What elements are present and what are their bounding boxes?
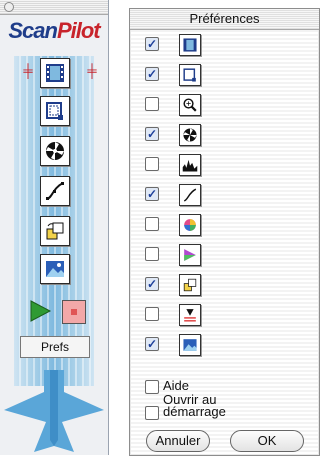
airplane-icon bbox=[4, 370, 104, 452]
aide-label: Aide bbox=[163, 378, 190, 393]
pref-checkbox-flip[interactable]: ✓ bbox=[145, 277, 159, 291]
flip-icon bbox=[179, 274, 201, 296]
crop-frame-icon bbox=[46, 102, 63, 120]
window-title[interactable]: Préférences bbox=[130, 9, 319, 30]
image-icon bbox=[46, 261, 64, 277]
curve-tool[interactable] bbox=[40, 176, 70, 206]
startup-label-line2: démarrage bbox=[163, 404, 226, 419]
pref-checkbox-aperture[interactable]: ✓ bbox=[145, 127, 159, 141]
palette-title-bar[interactable] bbox=[0, 0, 108, 15]
aperture-tool[interactable] bbox=[40, 136, 70, 166]
aide-checkbox[interactable] bbox=[145, 380, 159, 394]
film-strip-tool[interactable] bbox=[40, 58, 70, 88]
film-strip-icon bbox=[179, 34, 201, 56]
flip-icon bbox=[46, 222, 64, 240]
image-icon bbox=[179, 334, 201, 356]
preferences-window: Préférences ✓ ✓ ✓ ✓ ✓ ✓ Aide Ouvrir au d… bbox=[129, 8, 320, 456]
curve-icon bbox=[179, 184, 201, 206]
preferences-pane: ✓ ✓ ✓ ✓ ✓ ✓ Aide Ouvrir au démarrage bbox=[131, 30, 318, 454]
play-icon[interactable] bbox=[28, 300, 52, 322]
curve-icon bbox=[46, 182, 64, 200]
color-triangle-icon bbox=[179, 244, 201, 266]
startup-label: Ouvrir au démarrage bbox=[163, 394, 226, 418]
image-tool[interactable] bbox=[40, 254, 70, 284]
histogram-icon bbox=[179, 154, 201, 176]
level-icon bbox=[179, 304, 201, 326]
color-wheel-icon bbox=[179, 214, 201, 236]
pref-checkbox-color-triangle[interactable] bbox=[145, 247, 159, 261]
pref-checkbox-magnifier[interactable] bbox=[145, 97, 159, 111]
flip-tool[interactable] bbox=[40, 216, 70, 246]
startup-checkbox[interactable] bbox=[145, 406, 159, 420]
film-strip-icon bbox=[46, 64, 64, 82]
cancel-button[interactable]: Annuler bbox=[146, 430, 210, 452]
stop-button[interactable] bbox=[62, 300, 86, 324]
pref-checkbox-crop-frame[interactable]: ✓ bbox=[145, 67, 159, 81]
prefs-button[interactable]: Prefs bbox=[20, 336, 90, 358]
crop-frame-tool[interactable] bbox=[40, 96, 70, 126]
scanpilot-palette: ScanPilot ╪ ╪ Prefs bbox=[0, 0, 109, 455]
startup-option[interactable]: Ouvrir au démarrage bbox=[145, 394, 305, 420]
ok-button[interactable]: OK bbox=[230, 430, 304, 452]
pref-checkbox-histogram[interactable] bbox=[145, 157, 159, 171]
scanpilot-logo: ScanPilot bbox=[8, 18, 100, 43]
pref-checkbox-curve[interactable]: ✓ bbox=[145, 187, 159, 201]
crop-frame-icon bbox=[179, 64, 201, 86]
propeller-left-icon: ╪ bbox=[23, 63, 33, 78]
close-icon[interactable] bbox=[4, 2, 14, 12]
aperture-icon bbox=[46, 142, 64, 160]
pref-checkbox-color-wheel[interactable] bbox=[145, 217, 159, 231]
pref-checkbox-film-strip[interactable]: ✓ bbox=[145, 37, 159, 51]
aperture-icon bbox=[179, 124, 201, 146]
propeller-right-icon: ╪ bbox=[87, 63, 97, 78]
magnifier-icon bbox=[179, 94, 201, 116]
pref-checkbox-image[interactable]: ✓ bbox=[145, 337, 159, 351]
pref-checkbox-level[interactable] bbox=[145, 307, 159, 321]
